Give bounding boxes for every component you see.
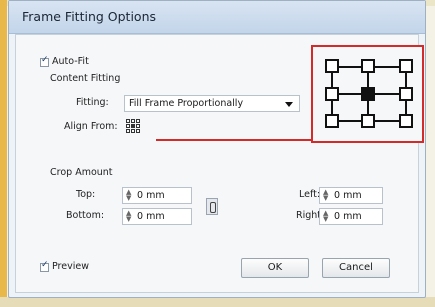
reference-point-zoom: [311, 45, 424, 143]
ok-button[interactable]: OK: [241, 258, 309, 278]
crop-left-label: Left:: [299, 189, 321, 200]
crop-bottom-field[interactable]: ▲ ▼ 0 mm: [122, 208, 192, 225]
auto-fit-label: Auto-Fit: [52, 56, 89, 67]
spinner-icon[interactable]: ▲ ▼: [323, 210, 328, 223]
highlight-connector-line: [156, 139, 326, 141]
crop-bottom-label: Bottom:: [66, 210, 105, 221]
reference-point-icon[interactable]: [126, 119, 141, 134]
content-fitting-heading: Content Fitting: [50, 73, 121, 84]
spinner-icon[interactable]: ▲ ▼: [126, 210, 131, 223]
fitting-value: Fill Frame Proportionally: [129, 98, 244, 109]
crop-right-field[interactable]: ▲ ▼ 0 mm: [319, 208, 383, 225]
frame-fitting-dialog: Frame Fitting Options ✓ Auto-Fit Content…: [8, 0, 426, 298]
crop-top-value: 0 mm: [137, 190, 165, 201]
preview-label: Preview: [52, 261, 89, 272]
background-yellow-bar: [0, 0, 7, 307]
spinner-icon[interactable]: ▲ ▼: [323, 189, 328, 202]
checkmark-icon: ✓: [41, 260, 49, 270]
fitting-label: Fitting:: [76, 97, 109, 108]
crop-amount-heading: Crop Amount: [50, 167, 113, 178]
dialog-title: Frame Fitting Options: [22, 9, 157, 24]
align-from-label: Align From:: [64, 121, 118, 132]
cancel-button[interactable]: Cancel: [322, 258, 390, 278]
spinner-icon[interactable]: ▲ ▼: [126, 189, 131, 202]
chain-link-icon[interactable]: [206, 198, 218, 215]
crop-top-label: Top:: [76, 189, 96, 200]
auto-fit-checkbox[interactable]: ✓: [40, 55, 49, 67]
crop-bottom-value: 0 mm: [137, 211, 165, 222]
checkmark-icon: ✓: [41, 55, 49, 65]
preview-checkbox[interactable]: ✓: [40, 260, 49, 272]
crop-left-field[interactable]: ▲ ▼ 0 mm: [319, 187, 383, 204]
crop-left-value: 0 mm: [334, 190, 362, 201]
crop-right-value: 0 mm: [334, 211, 362, 222]
background-bottom-band: [0, 297, 435, 307]
title-bar: Frame Fitting Options: [9, 1, 425, 34]
crop-top-field[interactable]: ▲ ▼ 0 mm: [122, 187, 192, 204]
fitting-dropdown[interactable]: Fill Frame Proportionally: [124, 95, 300, 112]
dropdown-arrow-icon: [285, 102, 293, 107]
